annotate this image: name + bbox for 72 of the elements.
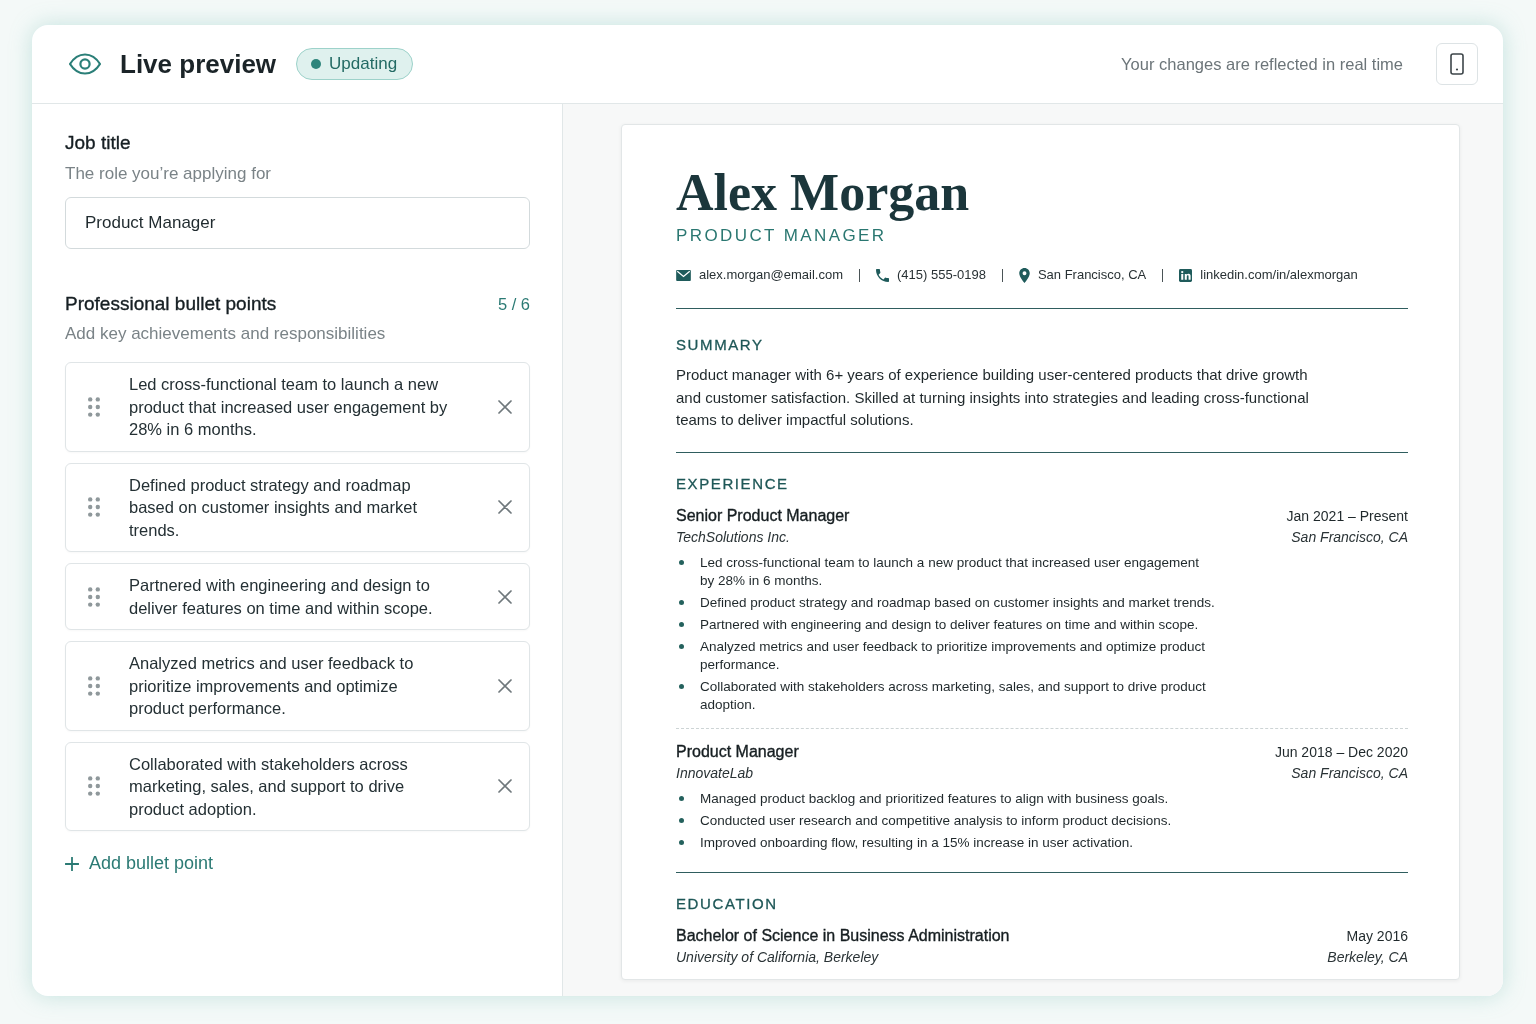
eye-icon: [68, 53, 102, 75]
contact-text: San Francisco, CA: [1037, 266, 1147, 284]
close-icon: [498, 399, 512, 414]
bullet-point-text: Partnered with engineering and design to deliver features on time and within scope.: [129, 575, 434, 619]
bullet-icon: [679, 840, 684, 845]
contact-text: (415) 555-0198: [897, 266, 986, 284]
bullet-point-text: Defined product strategy and roadmap based on customer insights and market trends.: [129, 474, 418, 541]
field-label: Professional bullet points: [65, 292, 277, 316]
entry-organization: University of California, Berkeley: [676, 947, 880, 967]
hint-text: Your changes are reflected in real time: [1121, 54, 1403, 74]
bullet-icon: [679, 684, 684, 689]
bullet-icon: [679, 644, 684, 649]
bullet-text: Led cross-functional team to launch a new product that increased user engagement by 28% in 6 months.: [700, 553, 1201, 590]
entry-location: San Francisco, CA: [1290, 763, 1408, 783]
close-icon: [498, 589, 512, 604]
drag-handle-icon[interactable]: [88, 776, 100, 797]
bullet-icon: [679, 600, 684, 605]
drag-handle-icon[interactable]: [88, 497, 100, 518]
section-heading: EXPERIENCE: [676, 473, 790, 494]
drag-handle-icon[interactable]: [88, 396, 100, 417]
add-bullet-button[interactable]: Add bullet point: [65, 853, 214, 874]
smartphone-icon[interactable]: [1450, 53, 1464, 75]
bullet-text: Analyzed metrics and user feedback to prioritize improvements and optimize product performance.: [700, 637, 1206, 674]
entry-organization: TechSolutions Inc.: [676, 527, 791, 547]
bullet-icon: [679, 818, 684, 823]
bullet-text: Partnered with engineering and design to deliver features on time and within scope.: [700, 615, 1199, 634]
plus-icon: [65, 856, 79, 871]
linkedin-icon: [1179, 268, 1193, 282]
status-dot-icon: [311, 59, 322, 69]
resume-headline: PRODUCT MANAGER: [676, 225, 888, 247]
device-preview-button[interactable]: [1436, 43, 1478, 85]
bullet-icon: [679, 622, 684, 627]
bullet-text: Defined product strategy and roadmap based on customer insights and market trends.: [700, 593, 1215, 612]
close-icon: [498, 500, 512, 515]
drag-handle-icon[interactable]: [88, 675, 100, 696]
entry-title: Product Manager: [676, 741, 800, 762]
entry-dates: May 2016: [1345, 926, 1408, 946]
envelope-icon: [676, 269, 691, 281]
bullet-point-text: Collaborated with stakeholders across marketing, sales, and support to drive product adoption.: [129, 753, 409, 820]
section-heading: SUMMARY: [676, 335, 765, 355]
field-description: Add key achievements and responsibilities: [65, 323, 387, 345]
entry-dates: Jan 2021 – Present: [1286, 506, 1408, 526]
panel-title: Live preview: [120, 48, 277, 80]
entry-location: San Francisco, CA: [1290, 527, 1408, 547]
field-label: Job title: [65, 131, 132, 155]
bullet-text: Collaborated with stakeholders across marketing, sales, and support to drive product adoption.: [700, 677, 1207, 714]
entry-dates: Jun 2018 – Dec 2020: [1274, 742, 1408, 762]
bullet-icon: [679, 560, 684, 565]
resume-name: Alex Morgan: [676, 163, 971, 223]
entry-title: Senior Product Manager: [676, 505, 851, 526]
drag-handle-icon[interactable]: [88, 586, 100, 607]
map-pin-icon: [1018, 267, 1030, 283]
close-icon: [498, 678, 512, 693]
summary-text: Product manager with 6+ years of experience building user-centered products that drive growth and customer satisfaction. Skilled at turning insights into strategies and leading cross-functional teams to deliver impactful solutions.: [676, 365, 1310, 430]
phone-icon: [876, 268, 889, 282]
bullet-point-text: Led cross-functional team to launch a new product that increased user engagement by 28% in 6 months.: [129, 374, 449, 440]
bullet-text: Conducted user research and competitive analysis to inform product decisions.: [700, 811, 1172, 830]
bullet-point-text: Analyzed metrics and user feedback to prioritize improvements and optimize product performance.: [129, 653, 415, 719]
entry-organization: InnovateLab: [676, 763, 755, 783]
contact-text: linkedin.com/in/alexmorgan: [1200, 266, 1358, 284]
field-description: The role you’re applying for: [65, 163, 272, 185]
bullet-text: Managed product backlog and prioritized features to align with business goals.: [700, 789, 1169, 808]
entry-location: Berkeley, CA: [1327, 947, 1408, 967]
status-text: Updating: [329, 54, 398, 74]
contact-text: alex.morgan@email.com: [699, 266, 843, 284]
close-icon: [498, 779, 512, 794]
job-title-input[interactable]: Product Manager: [65, 197, 530, 249]
bullet-count: 5 / 6: [497, 294, 530, 314]
section-heading: EDUCATION: [676, 893, 779, 914]
entry-title: Bachelor of Science in Business Administration: [676, 925, 1011, 946]
bullet-icon: [679, 796, 684, 801]
bullet-text: Improved onboarding flow, resulting in a 15% increase in user activation.: [700, 833, 1133, 852]
